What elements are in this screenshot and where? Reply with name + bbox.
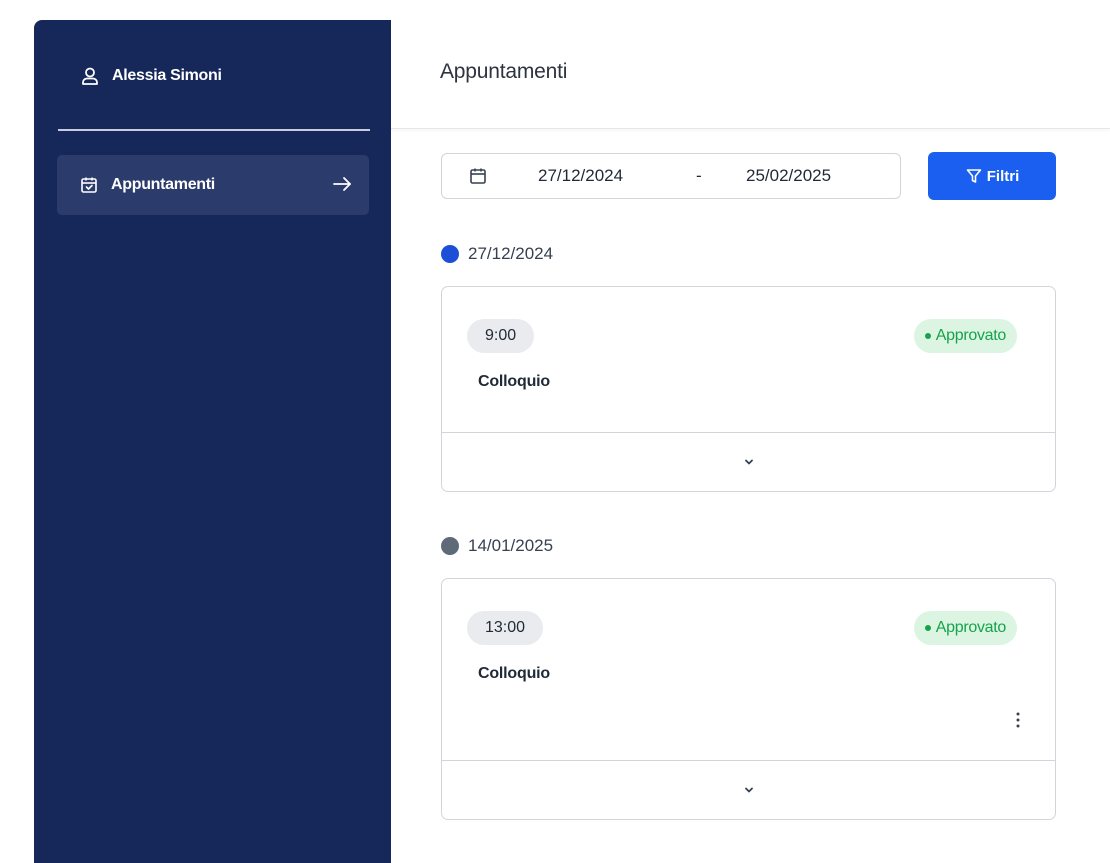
appointment-title: Colloquio <box>478 665 550 682</box>
filter-button[interactable]: Filtri <box>928 152 1056 200</box>
filter-button-label: Filtri <box>986 167 1020 185</box>
timeline-date: 14/01/2025 <box>441 536 553 556</box>
expand-button[interactable] <box>442 760 1055 819</box>
more-options-icon[interactable] <box>1015 710 1021 730</box>
timeline-date: 27/12/2024 <box>441 244 553 264</box>
date-from-input[interactable]: 27/12/2024 <box>538 166 623 186</box>
user-profile[interactable]: Alessia Simoni <box>80 61 222 91</box>
timeline-date-label: 27/12/2024 <box>468 244 554 263</box>
status-dot <box>924 333 931 339</box>
timeline-dot <box>441 245 459 263</box>
page-title: Appuntamenti <box>440 60 568 83</box>
timeline-dot <box>441 537 459 555</box>
app-shell: Alessia Simoni Appuntamenti Appuntamenti… <box>0 0 1110 863</box>
time-pill: 9:00 <box>467 319 535 353</box>
sidebar: Alessia Simoni Appuntamenti <box>34 20 391 863</box>
status-badge: Approvato <box>913 319 1017 353</box>
user-icon <box>82 67 98 85</box>
status-badge: Approvato <box>913 611 1017 645</box>
appointment-card: 9:00 Approvato Colloquio <box>441 286 1056 492</box>
sidebar-divider <box>58 129 370 131</box>
status-label: Approvato <box>935 327 1007 344</box>
appointment-title: Colloquio <box>478 373 550 390</box>
calendar-icon <box>469 167 487 185</box>
chevron-down-icon <box>744 787 753 793</box>
date-to-input[interactable]: 25/02/2025 <box>746 166 831 186</box>
calendar-check-icon <box>80 176 98 194</box>
user-name: Alessia Simoni <box>112 67 222 84</box>
appointment-card: 13:00 Approvato Colloquio <box>441 578 1056 820</box>
date-range-picker[interactable]: 27/12/2024 - 25/02/2025 <box>441 153 901 199</box>
expand-button[interactable] <box>442 432 1055 491</box>
arrow-right-icon <box>331 173 353 195</box>
date-separator: - <box>696 166 702 185</box>
time-pill: 13:00 <box>467 611 544 645</box>
status-dot <box>924 625 931 631</box>
page-header: Appuntamenti <box>391 20 1110 129</box>
sidebar-item-appuntamenti[interactable]: Appuntamenti <box>57 155 369 215</box>
chevron-down-icon <box>744 459 753 465</box>
filter-icon <box>966 169 982 183</box>
status-label: Approvato <box>935 619 1007 636</box>
sidebar-item-label: Appuntamenti <box>111 176 215 193</box>
timeline-date-label: 14/01/2025 <box>468 536 554 555</box>
